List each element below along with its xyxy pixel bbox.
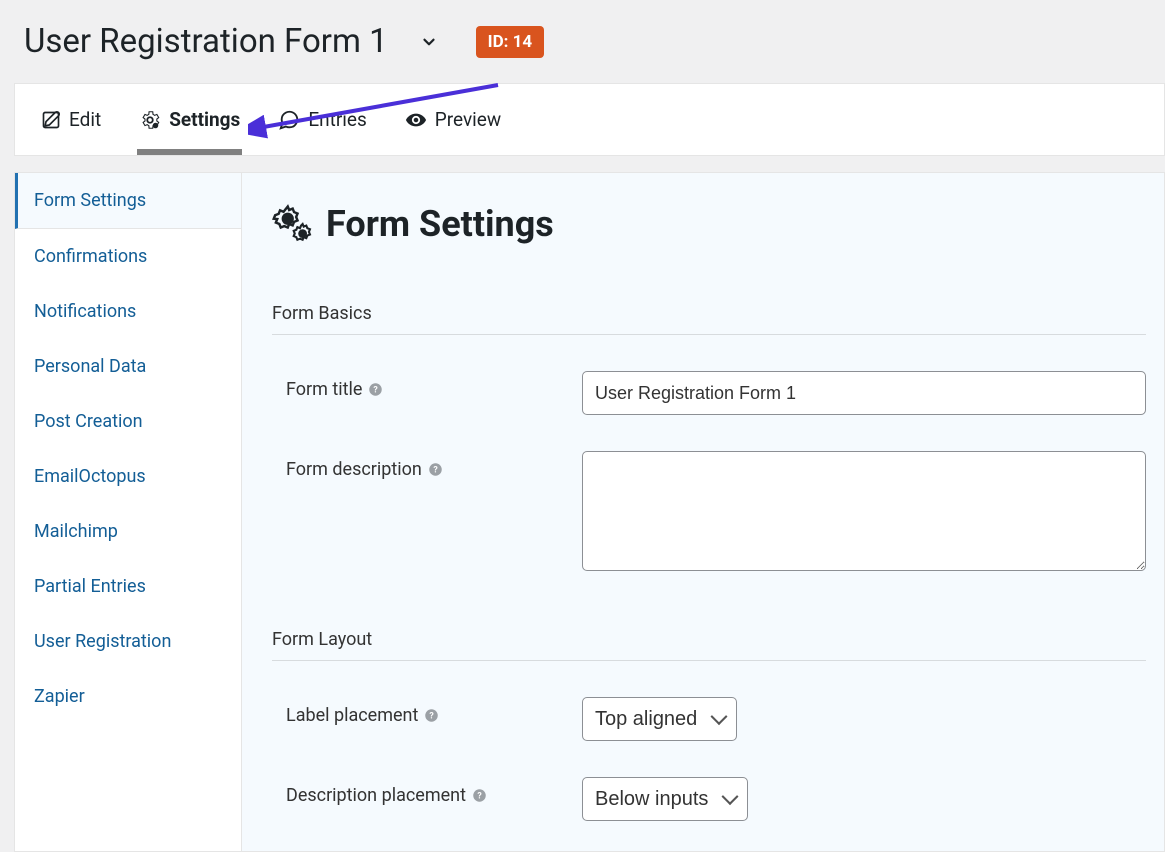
title-dropdown-toggle[interactable] — [420, 33, 438, 51]
help-icon[interactable]: ? — [424, 708, 439, 723]
sidebar-item-post-creation[interactable]: Post Creation — [15, 394, 241, 449]
sidebar-item-label: EmailOctopus — [34, 466, 146, 487]
sidebar-item-label: Mailchimp — [34, 521, 118, 542]
gears-icon — [139, 109, 161, 131]
sidebar-item-personal-data[interactable]: Personal Data — [15, 339, 241, 394]
eye-icon — [405, 109, 427, 131]
svg-text:?: ? — [433, 466, 438, 476]
field-label: Description placement ? — [272, 777, 562, 806]
tab-settings[interactable]: Settings — [137, 84, 242, 155]
content-wrap: Form Settings Confirmations Notification… — [14, 172, 1165, 852]
label-text: Description placement — [286, 785, 466, 806]
sidebar-item-label: Partial Entries — [34, 576, 146, 597]
sidebar-item-label: Form Settings — [34, 190, 146, 211]
tab-entries[interactable]: Entries — [276, 84, 368, 155]
label-text: Form description — [286, 459, 422, 480]
sidebar-item-label: Personal Data — [34, 356, 146, 377]
sidebar-item-user-registration[interactable]: User Registration — [15, 614, 241, 669]
tab-edit[interactable]: Edit — [39, 84, 103, 155]
sidebar-item-label: Notifications — [34, 301, 136, 322]
svg-text:?: ? — [374, 386, 379, 396]
form-title-input[interactable] — [582, 371, 1146, 415]
field-label: Label placement ? — [272, 697, 562, 726]
help-icon[interactable]: ? — [472, 788, 487, 803]
sidebar-item-notifications[interactable]: Notifications — [15, 284, 241, 339]
form-description-input[interactable] — [582, 451, 1146, 571]
tabs-bar: Edit Settings Entries Preview — [14, 83, 1165, 156]
help-icon[interactable]: ? — [368, 382, 383, 397]
section-form-layout: Form Layout Label placement ? Top aligne… — [272, 629, 1146, 821]
description-placement-select[interactable]: Below inputs — [582, 777, 748, 821]
sidebar-item-label: Confirmations — [34, 246, 147, 267]
chevron-down-icon — [420, 33, 438, 51]
label-placement-select[interactable]: Top aligned — [582, 697, 737, 741]
sidebar-item-emailoctopus[interactable]: EmailOctopus — [15, 449, 241, 504]
tab-label: Edit — [69, 108, 101, 131]
speech-bubble-icon — [278, 109, 300, 131]
sidebar-item-partial-entries[interactable]: Partial Entries — [15, 559, 241, 614]
main-panel: Form Settings Form Basics Form title ? F… — [241, 172, 1165, 852]
field-label: Form description ? — [272, 451, 562, 480]
settings-sidebar: Form Settings Confirmations Notification… — [14, 172, 241, 852]
sidebar-item-label: User Registration — [34, 631, 171, 652]
label-text: Form title — [286, 379, 362, 400]
label-text: Label placement — [286, 705, 418, 726]
svg-text:?: ? — [430, 712, 435, 722]
page-title: User Registration Form 1 — [24, 22, 388, 61]
help-icon[interactable]: ? — [428, 462, 443, 477]
sidebar-item-zapier[interactable]: Zapier — [15, 669, 241, 724]
field-label-placement: Label placement ? Top aligned — [272, 697, 1146, 741]
field-description-placement: Description placement ? Below inputs — [272, 777, 1146, 821]
tab-preview[interactable]: Preview — [403, 84, 503, 155]
edit-icon — [41, 110, 61, 130]
tab-label: Preview — [435, 108, 501, 131]
main-title: Form Settings — [326, 203, 554, 245]
sidebar-item-form-settings[interactable]: Form Settings — [15, 173, 241, 229]
section-form-basics: Form Basics Form title ? Form descriptio… — [272, 303, 1146, 571]
gears-icon — [272, 203, 314, 245]
sidebar-item-confirmations[interactable]: Confirmations — [15, 229, 241, 284]
section-heading: Form Layout — [272, 629, 1146, 661]
id-badge: ID: 14 — [476, 26, 545, 58]
field-form-description: Form description ? — [272, 451, 1146, 571]
field-label: Form title ? — [272, 371, 562, 400]
field-form-title: Form title ? — [272, 371, 1146, 415]
sidebar-item-label: Zapier — [34, 686, 85, 707]
sidebar-item-label: Post Creation — [34, 411, 143, 432]
sidebar-item-mailchimp[interactable]: Mailchimp — [15, 504, 241, 559]
section-heading: Form Basics — [272, 303, 1146, 335]
tab-label: Entries — [308, 108, 366, 131]
main-title-row: Form Settings — [272, 203, 1146, 245]
tab-label: Settings — [169, 108, 240, 131]
page-header: User Registration Form 1 ID: 14 — [0, 0, 1165, 83]
svg-text:?: ? — [477, 792, 482, 802]
